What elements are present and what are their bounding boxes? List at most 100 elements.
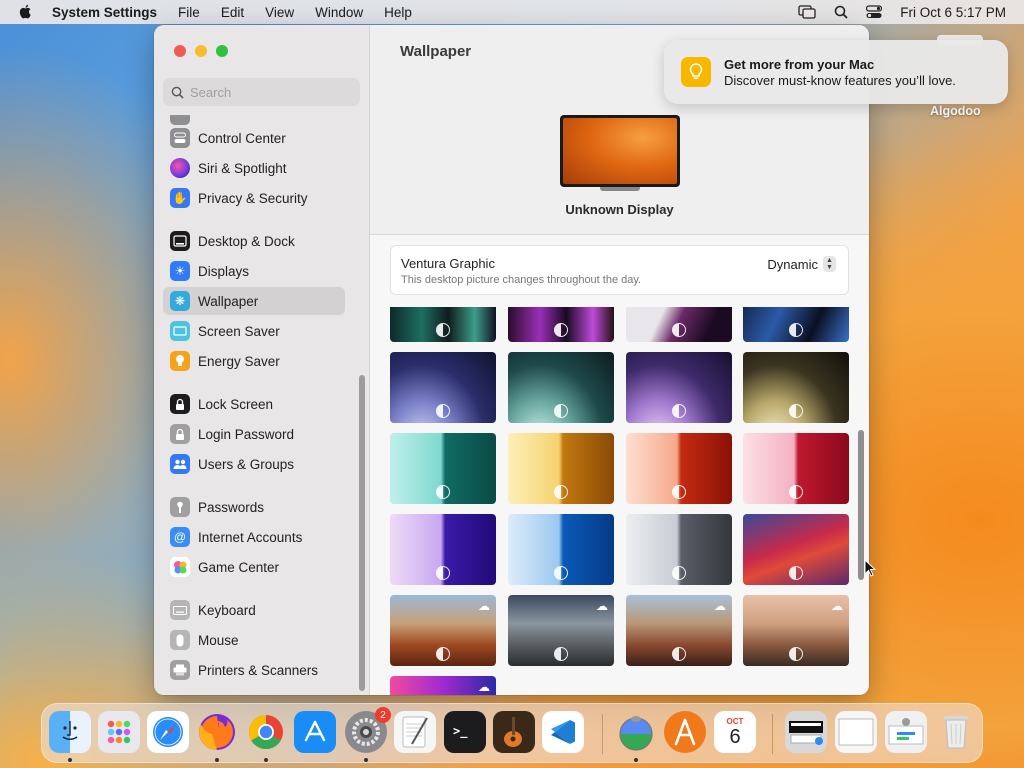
- sidebar-item-control-center[interactable]: Control Center: [163, 124, 345, 152]
- wallpaper-thumbnail[interactable]: [626, 352, 732, 423]
- menu-clock[interactable]: Fri Oct 6 5:17 PM: [900, 5, 1006, 20]
- downloads-stack-icon[interactable]: [785, 711, 827, 753]
- sidebar-item-desktop-dock[interactable]: Desktop & Dock: [163, 227, 345, 255]
- wallpaper-mode-select[interactable]: Dynamic ▲ ▼: [767, 256, 836, 272]
- sidebar-item-label: Privacy & Security: [198, 190, 308, 206]
- at-icon: @: [170, 527, 190, 547]
- help-menu[interactable]: Help: [384, 5, 412, 20]
- apple-menu-icon[interactable]: [18, 3, 38, 22]
- garageband-icon[interactable]: [493, 711, 535, 753]
- textedit-icon[interactable]: [394, 711, 436, 753]
- cloud-download-icon[interactable]: ☁: [831, 599, 843, 613]
- sidebar-item-lock-screen[interactable]: Lock Screen: [163, 390, 345, 418]
- sidebar-scrollbar[interactable]: [359, 375, 365, 691]
- wallpaper-thumbnail[interactable]: [626, 307, 732, 342]
- wallpaper-thumbnail[interactable]: [508, 514, 614, 585]
- desktop-file-label[interactable]: Algodoo: [930, 104, 981, 118]
- wallpaper-thumbnail[interactable]: [743, 307, 849, 342]
- sidebar-item-game-center[interactable]: Game Center: [163, 553, 345, 581]
- cloud-download-icon[interactable]: ☁: [714, 599, 726, 613]
- wallpaper-thumbnail[interactable]: [508, 433, 614, 504]
- wallpaper-thumbnail[interactable]: ☁: [390, 676, 496, 695]
- dynamic-badge-icon: [789, 566, 803, 580]
- safari-icon[interactable]: [147, 711, 189, 753]
- sidebar-item-users-groups[interactable]: Users & Groups: [163, 450, 345, 478]
- dock-separator: [772, 714, 773, 754]
- sidebar-item-printers-scanners[interactable]: Printers & Scanners: [163, 656, 345, 684]
- calendar-icon[interactable]: OCT 6: [714, 711, 756, 753]
- wallpaper-thumbnail[interactable]: [743, 352, 849, 423]
- cloud-download-icon[interactable]: ☁: [596, 599, 608, 613]
- dynamic-badge-icon: [672, 647, 686, 661]
- spotlight-search-icon[interactable]: [834, 5, 848, 19]
- sidebar-item-keyboard[interactable]: Keyboard: [163, 596, 345, 624]
- chrome-icon[interactable]: [245, 711, 287, 753]
- wallpaper-thumbnail[interactable]: [743, 433, 849, 504]
- zoom-button[interactable]: [216, 45, 228, 57]
- cardhop-icon[interactable]: [664, 711, 706, 753]
- main-scrollbar[interactable]: [858, 430, 864, 580]
- app-menu[interactable]: System Settings: [52, 5, 157, 20]
- running-indicator: [215, 758, 219, 762]
- finder-icon[interactable]: [49, 711, 91, 753]
- running-indicator: [68, 758, 72, 762]
- notification-banner[interactable]: Get more from your Mac Discover must-kno…: [664, 40, 1008, 104]
- vscode-icon[interactable]: [542, 711, 584, 753]
- sidebar-item-mouse[interactable]: Mouse: [163, 626, 345, 654]
- wallpaper-thumbnail[interactable]: ☁: [508, 595, 614, 666]
- running-indicator: [634, 758, 638, 762]
- sidebar-item-label: Keyboard: [198, 602, 256, 618]
- cloud-download-icon[interactable]: ☁: [478, 599, 490, 613]
- users-icon: [170, 454, 190, 474]
- cloud-download-icon[interactable]: ☁: [478, 680, 490, 694]
- wallpaper-thumbnail[interactable]: [743, 514, 849, 585]
- sidebar-item-wallpaper[interactable]: ❋ Wallpaper: [163, 287, 345, 315]
- notification-title: Get more from your Mac: [724, 56, 875, 72]
- sidebar-item-login-password[interactable]: Login Password: [163, 420, 345, 448]
- firefox-icon[interactable]: [196, 711, 238, 753]
- siri-icon: [170, 158, 190, 178]
- sidebar-item-privacy-security[interactable]: ✋ Privacy & Security: [163, 184, 345, 212]
- current-wallpaper-card: Ventura Graphic This desktop picture cha…: [390, 245, 849, 295]
- wallpaper-thumbnail[interactable]: [390, 352, 496, 423]
- sidebar-item-label: Passwords: [198, 499, 265, 515]
- wallpaper-thumbnail[interactable]: [390, 307, 496, 342]
- search-icon: [171, 86, 184, 99]
- wallpaper-thumbnail[interactable]: [626, 514, 732, 585]
- file-menu[interactable]: File: [178, 5, 200, 20]
- system-settings-icon[interactable]: 2: [345, 707, 391, 753]
- launchpad-icon[interactable]: [98, 711, 140, 753]
- control-center-icon[interactable]: [866, 5, 883, 19]
- screen-mirroring-icon[interactable]: [798, 5, 816, 19]
- wallpaper-thumbnail[interactable]: [390, 514, 496, 585]
- wallpaper-thumbnail[interactable]: ☁: [743, 595, 849, 666]
- documents-stack-icon[interactable]: [835, 711, 877, 753]
- wallpaper-thumbnail[interactable]: ☁: [626, 595, 732, 666]
- dynamic-badge-icon: [554, 404, 568, 418]
- wallpaper-thumbnail[interactable]: [390, 433, 496, 504]
- sidebar-item-passwords[interactable]: Passwords: [163, 493, 345, 521]
- view-menu[interactable]: View: [265, 5, 294, 20]
- window-menu[interactable]: Window: [315, 5, 363, 20]
- sidebar-item-energy-saver[interactable]: Energy Saver: [163, 347, 345, 375]
- wallpaper-thumbnail[interactable]: [508, 352, 614, 423]
- wallpaper-thumbnail[interactable]: [508, 307, 614, 342]
- close-button[interactable]: [174, 45, 186, 57]
- sidebar-item-screen-saver[interactable]: Screen Saver: [163, 317, 345, 345]
- search-input[interactable]: [190, 84, 350, 100]
- screenshots-stack-icon[interactable]: [885, 711, 927, 753]
- sidebar-item-siri-spotlight[interactable]: Siri & Spotlight: [163, 154, 345, 182]
- search-field[interactable]: [163, 78, 360, 106]
- dynamic-badge-icon: [672, 323, 686, 337]
- edit-menu[interactable]: Edit: [221, 5, 244, 20]
- sidebar-item-internet-accounts[interactable]: @ Internet Accounts: [163, 523, 345, 551]
- app-store-icon[interactable]: [294, 711, 336, 753]
- minimize-button[interactable]: [195, 45, 207, 57]
- calendar-day: 6: [729, 725, 741, 748]
- wallpaper-thumbnail[interactable]: [626, 433, 732, 504]
- sidebar-item-displays[interactable]: ☀ Displays: [163, 257, 345, 285]
- wallpaper-thumbnail[interactable]: ☁: [390, 595, 496, 666]
- terminal-icon[interactable]: >_: [444, 711, 486, 753]
- trash-icon[interactable]: [935, 711, 977, 753]
- algodoo-icon[interactable]: [615, 711, 657, 753]
